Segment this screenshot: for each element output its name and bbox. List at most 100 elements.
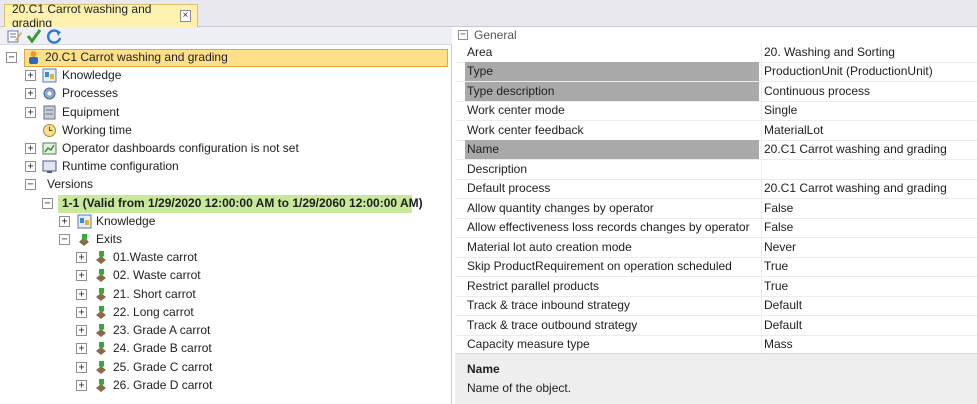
- property-value[interactable]: False: [761, 218, 977, 237]
- property-name: Name: [465, 140, 759, 159]
- expand-icon[interactable]: +: [25, 70, 36, 81]
- clock-icon: [43, 124, 56, 137]
- property-value[interactable]: Continuous process: [761, 82, 977, 101]
- exit-material-icon: [96, 342, 106, 355]
- tree-item-processes[interactable]: + Processes: [0, 85, 452, 103]
- tree-item-label: Operator dashboards configuration is not…: [62, 141, 299, 155]
- tree-item-knowledge[interactable]: + Knowledge: [0, 67, 452, 85]
- tree-item-label: Equipment: [62, 105, 120, 119]
- property-row[interactable]: Skip ProductRequirement on operation sch…: [455, 257, 977, 277]
- property-value[interactable]: [761, 160, 977, 179]
- property-row[interactable]: Work center feedback MaterialLot: [455, 121, 977, 141]
- property-value[interactable]: 20. Washing and Sorting: [761, 43, 977, 62]
- property-row[interactable]: Default process 20.C1 Carrot washing and …: [455, 179, 977, 199]
- tree-item-exit[interactable]: + 26. Grade D carrot: [0, 377, 452, 395]
- expand-icon[interactable]: +: [25, 143, 36, 154]
- tree-item-runtime-configuration[interactable]: + Runtime configuration: [0, 158, 452, 176]
- expand-icon[interactable]: +: [25, 88, 36, 99]
- property-row[interactable]: Type description Continuous process: [455, 82, 977, 102]
- property-value[interactable]: 20.C1 Carrot washing and grading: [761, 140, 977, 159]
- exit-material-icon: [96, 251, 106, 264]
- tree-item-working-time[interactable]: Working time: [0, 122, 452, 140]
- property-value[interactable]: True: [761, 257, 977, 276]
- expand-icon[interactable]: +: [25, 161, 36, 172]
- document-tabstrip: 20.C1 Carrot washing and grading ×: [0, 0, 977, 30]
- property-row[interactable]: Type ProductionUnit (ProductionUnit): [455, 62, 977, 82]
- expand-icon[interactable]: +: [76, 362, 87, 373]
- property-row[interactable]: Material lot auto creation mode Never: [455, 238, 977, 258]
- property-row[interactable]: Name 20.C1 Carrot washing and grading: [455, 140, 977, 160]
- collapse-icon[interactable]: −: [458, 30, 468, 40]
- expand-icon[interactable]: +: [76, 343, 87, 354]
- collapse-icon[interactable]: −: [25, 179, 36, 190]
- tree-item-label: Knowledge: [62, 68, 122, 82]
- production-unit-icon: [29, 51, 38, 64]
- expand-icon[interactable]: +: [76, 325, 87, 336]
- exit-label: 24. Grade B carrot: [113, 341, 212, 355]
- expand-icon[interactable]: +: [76, 380, 87, 391]
- tree-item-exit[interactable]: + 24. Grade B carrot: [0, 340, 452, 358]
- check-icon[interactable]: [26, 28, 42, 44]
- property-row[interactable]: Track & trace outbound strategy Default: [455, 316, 977, 336]
- property-value[interactable]: Default: [761, 316, 977, 335]
- tree-item-exit[interactable]: + 01.Waste carrot: [0, 249, 452, 267]
- tab-title: 20.C1 Carrot washing and grading: [12, 2, 152, 30]
- property-row[interactable]: Capacity measure type Mass: [455, 335, 977, 355]
- property-row[interactable]: Area 20. Washing and Sorting: [455, 43, 977, 63]
- property-name: Type: [465, 62, 759, 81]
- expand-icon[interactable]: +: [59, 216, 70, 227]
- expand-icon[interactable]: +: [76, 307, 87, 318]
- property-value[interactable]: Never: [761, 238, 977, 257]
- tree-item-equipment[interactable]: + Equipment: [0, 104, 452, 122]
- property-row[interactable]: Restrict parallel products True: [455, 277, 977, 297]
- property-value[interactable]: Single: [761, 101, 977, 120]
- property-value[interactable]: Default: [761, 296, 977, 315]
- property-value[interactable]: True: [761, 277, 977, 296]
- refresh-icon[interactable]: [46, 28, 62, 44]
- exit-label: 22. Long carrot: [113, 305, 194, 319]
- tree-root[interactable]: − 20.C1 Carrot washing and grading: [0, 49, 452, 67]
- tree-item-version-knowledge[interactable]: + Knowledge: [0, 213, 452, 231]
- tree-item-versions[interactable]: − Versions: [0, 176, 452, 194]
- expand-icon[interactable]: +: [76, 252, 87, 263]
- exit-material-icon: [96, 269, 106, 282]
- property-row[interactable]: Description: [455, 160, 977, 180]
- tree-item-exit[interactable]: + 02. Waste carrot: [0, 267, 452, 285]
- property-value[interactable]: False: [761, 199, 977, 218]
- exit-label: 02. Waste carrot: [113, 268, 201, 282]
- expand-icon[interactable]: +: [25, 107, 36, 118]
- close-icon[interactable]: ×: [179, 10, 191, 22]
- tree-item-version[interactable]: − 1-1 (Valid from 1/29/2020 12:00:00 AM …: [0, 195, 452, 213]
- property-name: Allow quantity changes by operator: [467, 201, 654, 215]
- property-row[interactable]: Work center mode Single: [455, 101, 977, 121]
- exit-material-icon: [96, 361, 106, 374]
- property-row[interactable]: Allow quantity changes by operator False: [455, 199, 977, 219]
- property-value[interactable]: MaterialLot: [761, 121, 977, 140]
- collapse-icon[interactable]: −: [6, 52, 17, 63]
- tree-item-exit[interactable]: + 22. Long carrot: [0, 304, 452, 322]
- tree-item-exit[interactable]: + 25. Grade C carrot: [0, 359, 452, 377]
- collapse-icon[interactable]: −: [42, 198, 53, 209]
- property-row[interactable]: Track & trace inbound strategy Default: [455, 296, 977, 316]
- tree-item-exits[interactable]: − Exits: [0, 231, 452, 249]
- property-value[interactable]: Mass: [761, 335, 977, 354]
- exit-material-icon: [96, 288, 106, 301]
- tree-item-exit[interactable]: + 23. Grade A carrot: [0, 322, 452, 340]
- property-name: Track & trace inbound strategy: [467, 298, 630, 312]
- expand-icon[interactable]: +: [76, 270, 87, 281]
- tab-carrot-washing[interactable]: 20.C1 Carrot washing and grading ×: [4, 2, 198, 30]
- edit-icon[interactable]: [6, 28, 22, 44]
- property-value[interactable]: ProductionUnit (ProductionUnit): [761, 62, 977, 81]
- tree-item-label: Runtime configuration: [62, 159, 179, 173]
- tree-item-operator-dashboards[interactable]: + Operator dashboards configuration is n…: [0, 140, 452, 158]
- expand-icon[interactable]: +: [76, 289, 87, 300]
- version-label: 1-1 (Valid from 1/29/2020 12:00:00 AM to…: [62, 196, 423, 210]
- property-row[interactable]: Allow effectiveness loss records changes…: [455, 218, 977, 238]
- property-name: Capacity measure type: [467, 337, 590, 351]
- collapse-icon[interactable]: −: [59, 234, 70, 245]
- tree-item-exit[interactable]: + 21. Short carrot: [0, 286, 452, 304]
- tree-toolbar: [0, 27, 452, 45]
- property-name: Type description: [465, 82, 759, 101]
- property-value[interactable]: 20.C1 Carrot washing and grading: [761, 179, 977, 198]
- category-general[interactable]: − General: [455, 27, 977, 43]
